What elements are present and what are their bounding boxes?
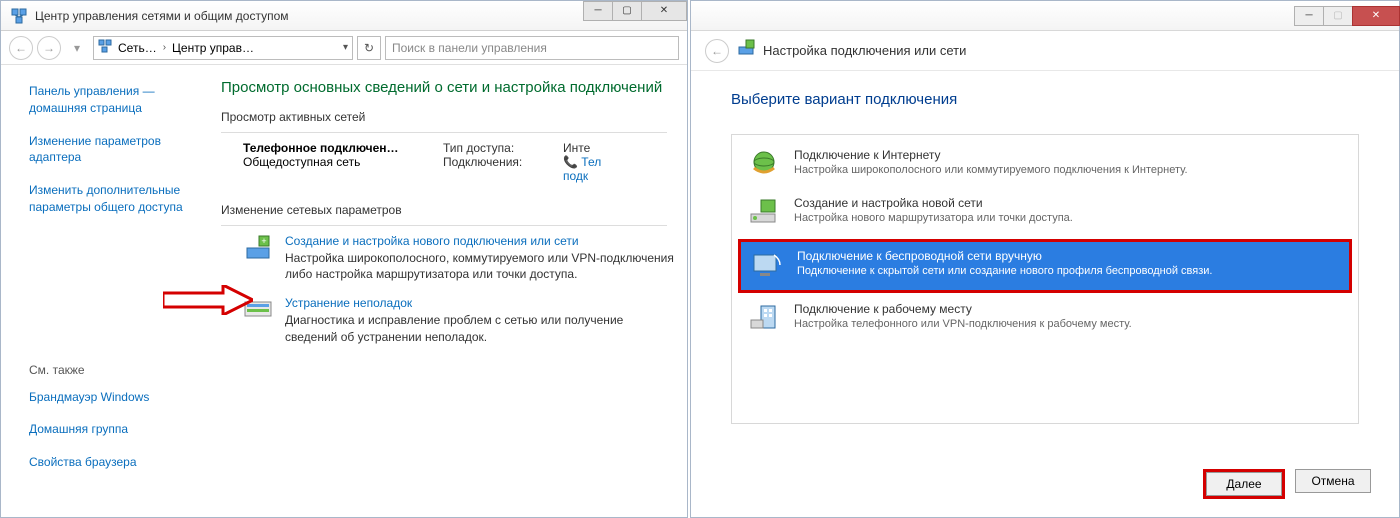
access-type-value: Инте — [563, 141, 601, 155]
main-panel: Просмотр основных сведений о сети и наст… — [221, 65, 687, 517]
titlebar[interactable]: ─ ▢ ✕ — [691, 1, 1399, 31]
connection-profile: Общедоступная сеть — [243, 155, 413, 169]
phone-icon: 📞 — [563, 155, 578, 169]
maximize-button[interactable]: ▢ — [612, 1, 642, 21]
nav-forward-button[interactable]: → — [37, 36, 61, 60]
troubleshoot-desc: Диагностика и исправление проблем с сеть… — [285, 312, 677, 344]
network-center-icon — [11, 8, 27, 24]
troubleshoot-title: Устранение неполадок — [285, 296, 677, 310]
option-title: Подключение к рабочему месту — [794, 301, 1344, 317]
change-settings-heading: Изменение сетевых параметров — [221, 203, 677, 219]
breadcrumb-part[interactable]: Сеть… — [118, 41, 157, 55]
option-title: Подключение к Интернету — [794, 147, 1344, 163]
titlebar[interactable]: Центр управления сетями и общим доступом… — [1, 1, 687, 31]
connection-wizard-window: ─ ▢ ✕ ← Настройка подключения или сети В… — [690, 0, 1400, 518]
option-title: Создание и настройка новой сети — [794, 195, 1344, 211]
nav-history-button[interactable]: ▾ — [65, 36, 89, 60]
annotation-arrow-icon — [163, 285, 253, 315]
control-panel-home-link[interactable]: Панель управления — домашняя страница — [29, 83, 211, 117]
see-also-heading: См. также — [29, 362, 211, 379]
option-manual-wireless[interactable]: Подключение к беспроводной сети вручную … — [741, 242, 1349, 290]
wizard-back-button[interactable]: ← — [705, 39, 729, 63]
wizard-icon — [737, 39, 755, 62]
active-networks-heading: Просмотр активных сетей — [221, 110, 677, 126]
next-button[interactable]: Далее — [1206, 472, 1282, 496]
navbar: ← → ▾ Сеть… › Центр управ… ▾ ↻ Поиск в п… — [1, 31, 687, 65]
new-connection-title: Создание и настройка нового подключения … — [285, 234, 677, 248]
option-desc: Настройка нового маршрутизатора или точк… — [794, 211, 1344, 226]
new-connection-task[interactable]: + Создание и настройка нового подключени… — [221, 234, 677, 282]
firewall-link[interactable]: Брандмауэр Windows — [29, 389, 211, 406]
minimize-button[interactable]: ─ — [1294, 6, 1324, 26]
cancel-button[interactable]: Отмена — [1295, 469, 1371, 493]
connection-name: Телефонное подключен… — [243, 141, 413, 155]
connection-link[interactable]: 📞 Тел — [563, 155, 601, 169]
router-icon — [746, 195, 782, 231]
wizard-title: Настройка подключения или сети — [763, 43, 966, 58]
monitor-wireless-icon — [749, 248, 785, 284]
network-center-icon — [98, 39, 112, 56]
options-list: Подключение к Интернету Настройка широко… — [731, 134, 1359, 424]
option-desc: Настройка широкополосного или коммутируе… — [794, 163, 1344, 178]
search-input[interactable]: Поиск в панели управления — [385, 36, 679, 60]
window-title: Центр управления сетями и общим доступом — [35, 9, 289, 23]
breadcrumb-part[interactable]: Центр управ… — [172, 41, 254, 55]
active-network-block: Телефонное подключен… Общедоступная сеть… — [221, 141, 677, 183]
option-desc: Настройка телефонного или VPN-подключени… — [794, 317, 1344, 332]
nav-back-button[interactable]: ← — [9, 36, 33, 60]
close-button[interactable]: ✕ — [641, 1, 687, 21]
option-new-network[interactable]: Создание и настройка новой сети Настройк… — [738, 189, 1352, 237]
main-heading: Просмотр основных сведений о сети и наст… — [221, 79, 677, 96]
option-workplace[interactable]: Подключение к рабочему месту Настройка т… — [738, 295, 1352, 343]
refresh-button[interactable]: ↻ — [357, 36, 381, 60]
option-connect-internet[interactable]: Подключение к Интернету Настройка широко… — [738, 141, 1352, 189]
close-button[interactable]: ✕ — [1352, 6, 1400, 26]
new-connection-desc: Настройка широкополосного, коммутируемог… — [285, 250, 677, 282]
troubleshoot-task[interactable]: Устранение неполадок Диагностика и испра… — [221, 296, 677, 344]
connection-link-line2[interactable]: подк — [563, 169, 601, 183]
maximize-button: ▢ — [1323, 6, 1353, 26]
advanced-sharing-link[interactable]: Изменить дополнительные параметры общего… — [29, 182, 211, 216]
wizard-heading: Выберите вариант подключения — [731, 91, 1359, 108]
building-icon — [746, 301, 782, 337]
network-center-window: Центр управления сетями и общим доступом… — [0, 0, 688, 518]
minimize-button[interactable]: ─ — [583, 1, 613, 21]
adapter-settings-link[interactable]: Изменение параметров адаптера — [29, 133, 211, 167]
wizard-header: ← Настройка подключения или сети — [691, 31, 1399, 71]
homegroup-link[interactable]: Домашняя группа — [29, 421, 211, 438]
new-connection-icon: + — [243, 234, 275, 266]
access-type-label: Тип доступа: — [443, 141, 533, 155]
option-desc: Подключение к скрытой сети или создание … — [797, 264, 1341, 279]
svg-text:+: + — [261, 236, 266, 246]
option-title: Подключение к беспроводной сети вручную — [797, 248, 1341, 264]
globe-icon — [746, 147, 782, 183]
browser-properties-link[interactable]: Свойства браузера — [29, 454, 211, 471]
address-bar[interactable]: Сеть… › Центр управ… ▾ — [93, 36, 353, 60]
connections-label: Подключения: — [443, 155, 533, 169]
